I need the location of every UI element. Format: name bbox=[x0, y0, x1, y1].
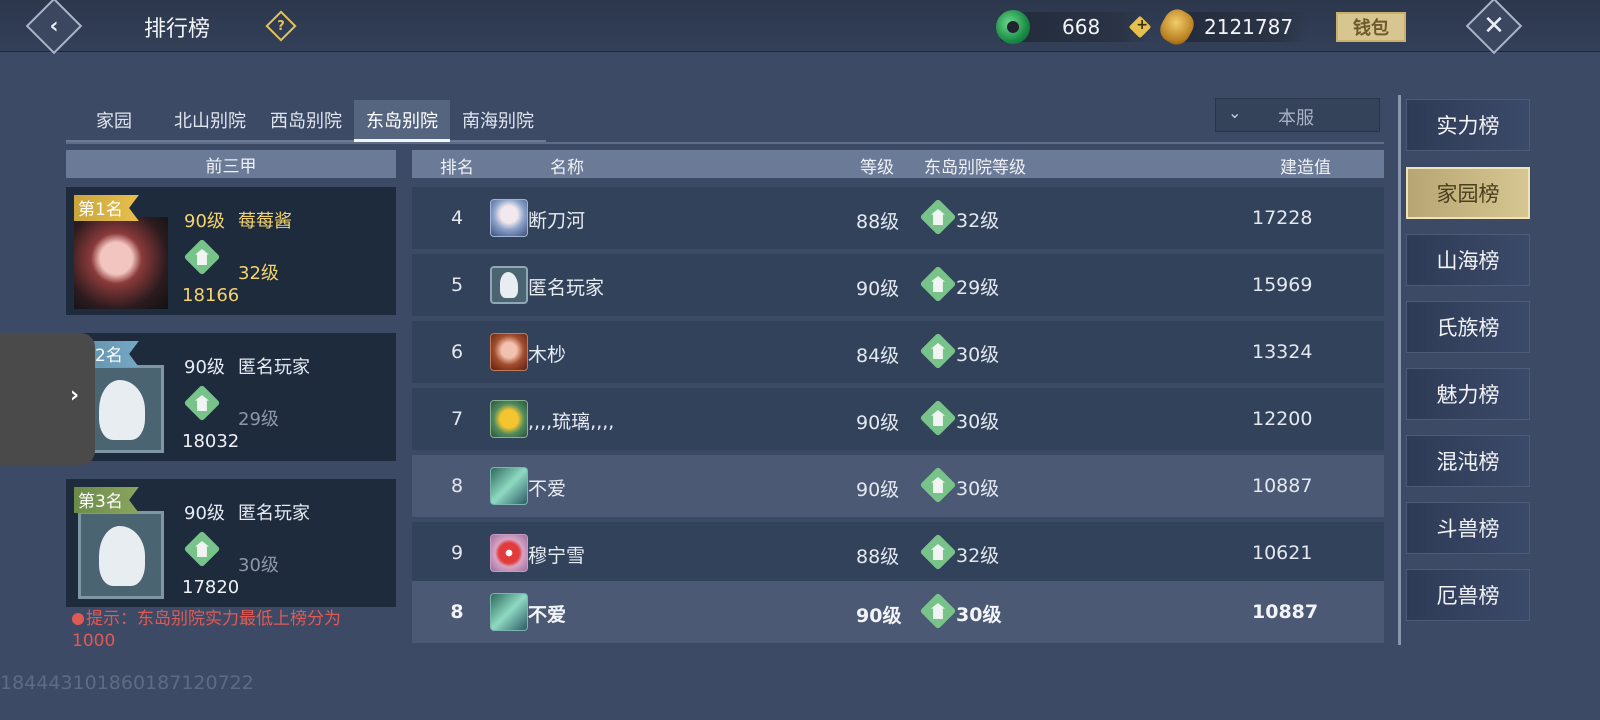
rank-badge: 第3名 bbox=[74, 487, 139, 513]
house-icon bbox=[920, 534, 956, 570]
divider bbox=[1398, 95, 1401, 645]
house-icon bbox=[184, 239, 220, 275]
gold-ingot-icon bbox=[1155, 4, 1199, 50]
wallet-button[interactable]: 钱包 bbox=[1336, 12, 1406, 42]
top3-card-1[interactable]: 第1名 90级 莓莓酱 32级 18166 bbox=[66, 187, 396, 315]
self-rank-row[interactable]: 8 不爱 90级 30级 10887 bbox=[412, 581, 1384, 643]
player-name: 匿名玩家 bbox=[238, 357, 310, 378]
tab-home[interactable]: 家园 bbox=[66, 100, 162, 142]
table-row[interactable]: 7 ,,,,琉璃,,,, 90级 30级 12200 bbox=[412, 388, 1384, 450]
house-level: 30级 bbox=[238, 555, 279, 576]
back-arrow-icon: ‹ bbox=[49, 13, 59, 39]
top-bar: ‹ 排行榜 ? 668 + 2121787 钱包 ✕ bbox=[0, 0, 1600, 55]
col-level: 等级 bbox=[860, 158, 894, 178]
help-icon[interactable]: ? bbox=[265, 10, 297, 42]
category-beast-fight[interactable]: 斗兽榜 bbox=[1406, 502, 1530, 554]
avatar bbox=[490, 467, 528, 505]
avatar bbox=[74, 217, 168, 309]
house-icon bbox=[920, 199, 956, 235]
category-doom-beast[interactable]: 厄兽榜 bbox=[1406, 569, 1530, 621]
category-strength[interactable]: 实力榜 bbox=[1406, 99, 1530, 151]
tab-east-villa[interactable]: 东岛别院 bbox=[354, 100, 450, 142]
avatar bbox=[490, 199, 528, 237]
table-row[interactable]: 5 匿名玩家 90级 29级 15969 bbox=[412, 254, 1384, 316]
tab-south-villa[interactable]: 南海别院 bbox=[450, 100, 546, 142]
avatar bbox=[78, 511, 164, 599]
tab-bar: 家园 北山别院 西岛别院 东岛别院 南海别院 bbox=[66, 100, 1384, 144]
avatar bbox=[490, 266, 528, 304]
close-button[interactable]: ✕ bbox=[1465, 0, 1523, 55]
build-score: 18032 bbox=[182, 431, 240, 452]
house-level: 29级 bbox=[238, 409, 279, 430]
player-level: 90级 bbox=[184, 211, 225, 232]
build-score: 17820 bbox=[182, 577, 240, 598]
house-icon bbox=[920, 266, 956, 302]
side-expand-tab[interactable]: › bbox=[0, 333, 95, 465]
category-clan[interactable]: 氏族榜 bbox=[1406, 301, 1530, 353]
avatar bbox=[490, 593, 528, 631]
house-icon bbox=[920, 593, 956, 629]
rank-badge: 第1名 bbox=[74, 195, 139, 221]
table-row[interactable]: 6 木杪 84级 30级 13324 bbox=[412, 321, 1384, 383]
player-name: 莓莓酱 bbox=[238, 211, 292, 232]
page-title: 排行榜 bbox=[144, 17, 211, 42]
category-home[interactable]: 家园榜 bbox=[1406, 167, 1530, 219]
chevron-down-icon: ⌄ bbox=[1228, 103, 1242, 122]
col-name: 名称 bbox=[550, 158, 584, 178]
table-row[interactable]: 4 断刀河 88级 32级 17228 bbox=[412, 187, 1384, 249]
back-button[interactable]: ‹ bbox=[25, 0, 83, 55]
house-level: 32级 bbox=[238, 263, 279, 284]
top3-card-2[interactable]: 第2名 90级 匿名玩家 29级 18032 bbox=[66, 333, 396, 461]
jade-currency: 668 + bbox=[996, 10, 1152, 44]
category-shanhai[interactable]: 山海榜 bbox=[1406, 234, 1530, 286]
top3-card-3[interactable]: 第3名 90级 匿名玩家 30级 17820 bbox=[66, 479, 396, 607]
avatar bbox=[490, 400, 528, 438]
warning-icon bbox=[72, 613, 84, 625]
user-id: 1844431018601871207‌22 bbox=[0, 672, 254, 694]
category-chaos[interactable]: 混沌榜 bbox=[1406, 435, 1530, 487]
server-select-value: 本服 bbox=[1278, 108, 1314, 129]
avatar bbox=[490, 333, 528, 371]
silhouette-icon bbox=[99, 380, 145, 440]
server-select[interactable]: ⌄ 本服 bbox=[1215, 98, 1380, 132]
col-house-level: 东岛别院等级 bbox=[924, 158, 1026, 178]
category-charm[interactable]: 魅力榜 bbox=[1406, 368, 1530, 420]
jade-amount: 668 bbox=[1062, 15, 1101, 39]
player-level: 90级 bbox=[184, 503, 225, 524]
col-rank: 排名 bbox=[440, 158, 474, 178]
table-header: 排名 名称 等级 东岛别院等级 建造值 bbox=[412, 150, 1384, 178]
house-icon bbox=[920, 400, 956, 436]
gold-currency: 2121787 bbox=[1155, 4, 1308, 50]
table-row[interactable]: 8 不爱 90级 30级 10887 bbox=[412, 455, 1384, 517]
hint-text: 提示：东岛别院实力最低上榜分为1000 bbox=[72, 609, 341, 651]
house-icon bbox=[920, 333, 956, 369]
house-icon bbox=[184, 531, 220, 567]
silhouette-icon bbox=[99, 526, 145, 586]
col-score: 建造值 bbox=[1280, 158, 1331, 178]
close-icon: ✕ bbox=[1483, 11, 1505, 41]
player-name: 匿名玩家 bbox=[238, 503, 310, 524]
chevron-right-icon: › bbox=[70, 383, 80, 408]
house-icon bbox=[184, 385, 220, 421]
player-level: 90级 bbox=[184, 357, 225, 378]
tab-north-villa[interactable]: 北山别院 bbox=[162, 100, 258, 142]
jade-icon bbox=[996, 10, 1030, 44]
tab-west-villa[interactable]: 西岛别院 bbox=[258, 100, 354, 142]
build-score: 18166 bbox=[182, 285, 240, 306]
add-currency-icon[interactable]: + bbox=[1128, 15, 1152, 39]
top3-heading: 前三甲 bbox=[66, 150, 396, 178]
gold-amount: 2121787 bbox=[1204, 15, 1294, 39]
house-icon bbox=[920, 467, 956, 503]
avatar bbox=[490, 534, 528, 572]
table-row[interactable]: 9 穆宁雪 88级 32级 10621 bbox=[412, 522, 1384, 584]
